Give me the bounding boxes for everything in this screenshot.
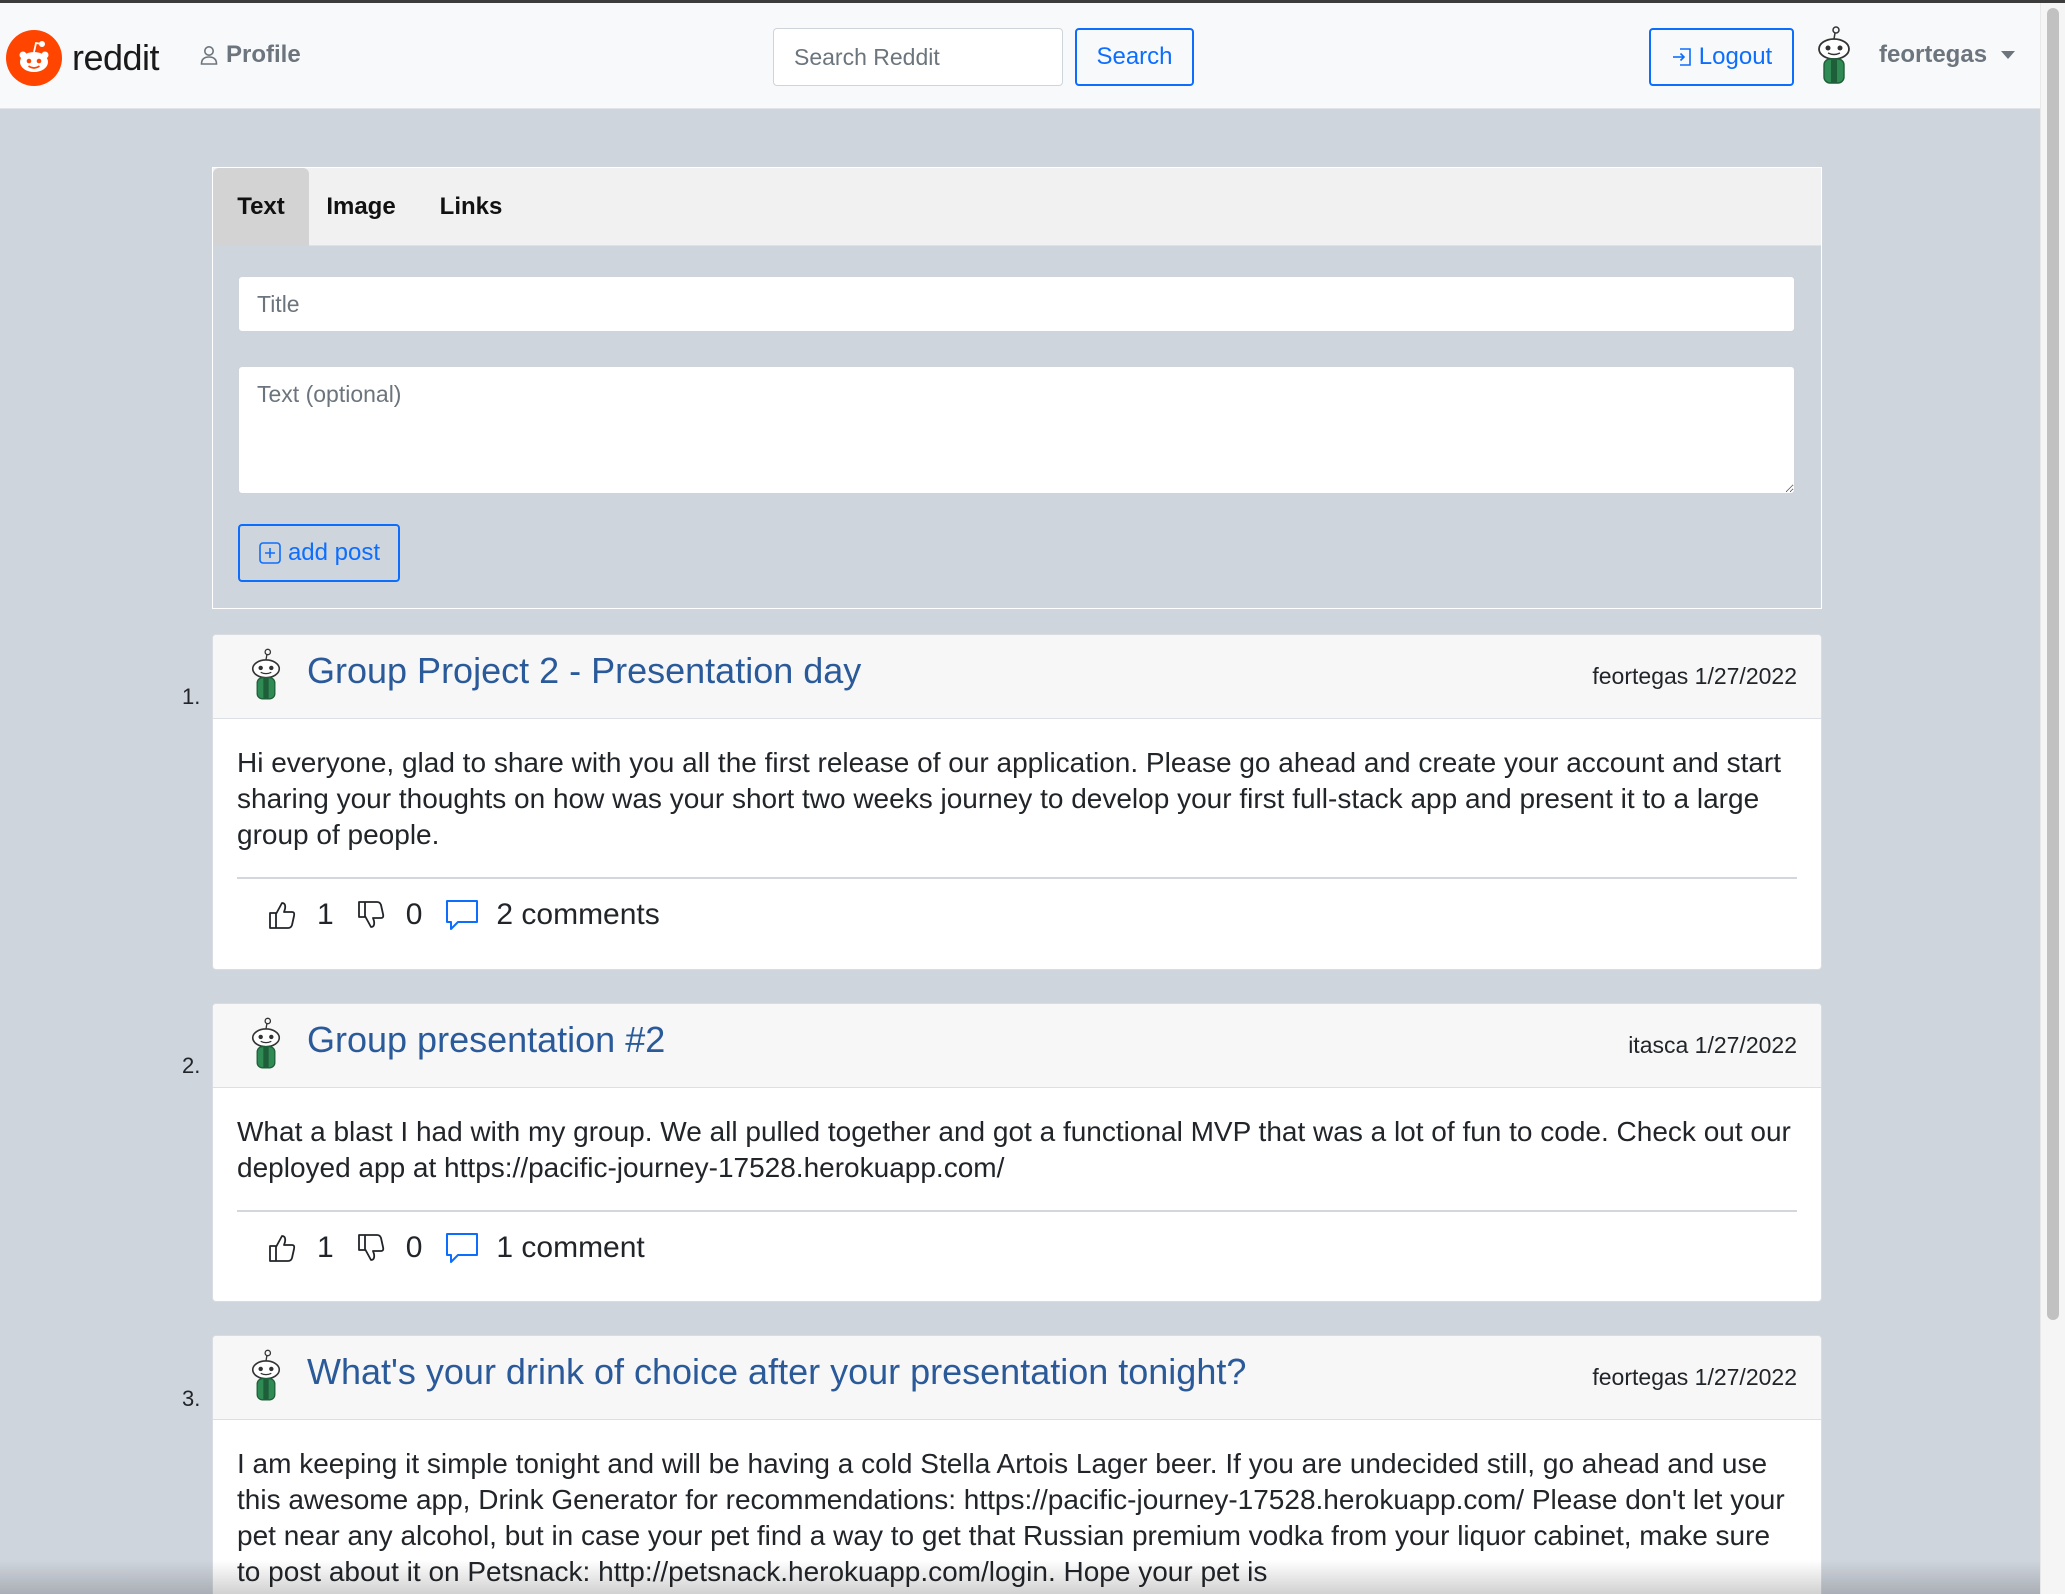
nav-profile-label: Profile [226,41,301,68]
snoo-avatar-icon [243,645,289,710]
tab-text[interactable]: Text [213,168,309,246]
tab-links[interactable]: Links [423,168,519,246]
post-author: itasca [1628,1032,1689,1058]
post-card: Group Project 2 - Presentation day feort… [212,634,1822,970]
post-header: What's your drink of choice after your p… [213,1336,1821,1420]
post-header: Group Project 2 - Presentation day feort… [213,635,1821,719]
post-meta: feortegas 1/27/2022 [1592,1364,1797,1391]
post-text-input[interactable] [238,366,1795,494]
thumbs-down-icon[interactable] [356,899,386,931]
user-dropdown[interactable]: feortegas [1879,41,2016,69]
post-number: 3. [182,1386,201,1411]
person-icon [200,46,218,65]
tab-image[interactable]: Image [313,168,409,246]
nav-profile-link[interactable]: Profile [200,41,301,69]
post-body: What a blast I had with my group. We all… [237,1116,1791,1183]
plus-square-icon [259,542,281,564]
logout-label: Logout [1698,43,1773,70]
thumbs-down-icon[interactable] [356,1232,386,1264]
thumbs-up-icon[interactable] [267,899,297,931]
post-title-link[interactable]: Group Project 2 - Presentation day [307,650,861,692]
post-date: 1/27/2022 [1694,1032,1797,1058]
composer-tabs: Text Image Links [213,168,1821,246]
chevron-down-icon [2001,51,2016,59]
post-divider [237,1210,1797,1212]
username-label: feortegas [1879,41,1988,68]
scrollbar-thumb[interactable] [2047,8,2059,1320]
comments-link[interactable]: 2 comments [496,898,659,932]
post-divider [237,877,1797,879]
post-meta: itasca 1/27/2022 [1628,1032,1797,1059]
add-post-button[interactable]: add post [238,524,400,582]
post-author: feortegas [1592,663,1689,689]
search-input[interactable] [773,28,1063,86]
logout-button[interactable]: Logout [1649,28,1794,86]
brand-link[interactable]: reddit [6,30,160,86]
post-title-link[interactable]: Group presentation #2 [307,1019,665,1061]
post-author: feortegas [1592,1364,1689,1390]
post-actions: 1 0 2 comments [267,893,1821,937]
snoo-avatar-icon [243,1014,289,1079]
dislike-count: 0 [405,1231,423,1264]
post-composer: Text Image Links add post [212,167,1822,609]
post-card: What's your drink of choice after your p… [212,1335,1822,1594]
post-card: Group presentation #2 itasca 1/27/2022 W… [212,1003,1822,1302]
snoo-avatar-icon [243,1346,289,1411]
search-button[interactable]: Search [1075,28,1194,86]
thumbs-up-icon[interactable] [267,1232,297,1264]
like-count: 1 [317,1231,334,1264]
dislike-count: 0 [405,898,423,931]
comment-icon[interactable] [444,1231,480,1265]
post-date: 1/27/2022 [1694,1364,1797,1390]
add-post-label: add post [287,539,381,566]
post-actions: 1 0 1 comment [267,1226,1821,1270]
reddit-logo-icon [6,30,62,86]
navbar: reddit Profile Search Logout feort [0,3,2040,109]
like-count: 1 [317,898,334,931]
comment-icon[interactable] [444,898,480,932]
post-number: 1. [182,684,201,709]
post-title-input[interactable] [238,276,1795,332]
post-body: Hi everyone, glad to share with you all … [237,747,1782,850]
brand-name: reddit [72,37,160,78]
comments-link[interactable]: 1 comment [496,1231,644,1265]
post-number: 2. [182,1053,201,1078]
post-body: I am keeping it simple tonight and will … [237,1448,1785,1587]
post-date: 1/27/2022 [1694,663,1797,689]
post-header: Group presentation #2 itasca 1/27/2022 [213,1004,1821,1088]
snoo-avatar-icon[interactable] [1808,25,1860,92]
post-meta: feortegas 1/27/2022 [1592,663,1797,690]
post-title-link[interactable]: What's your drink of choice after your p… [307,1351,1246,1393]
logout-icon [1672,48,1691,66]
